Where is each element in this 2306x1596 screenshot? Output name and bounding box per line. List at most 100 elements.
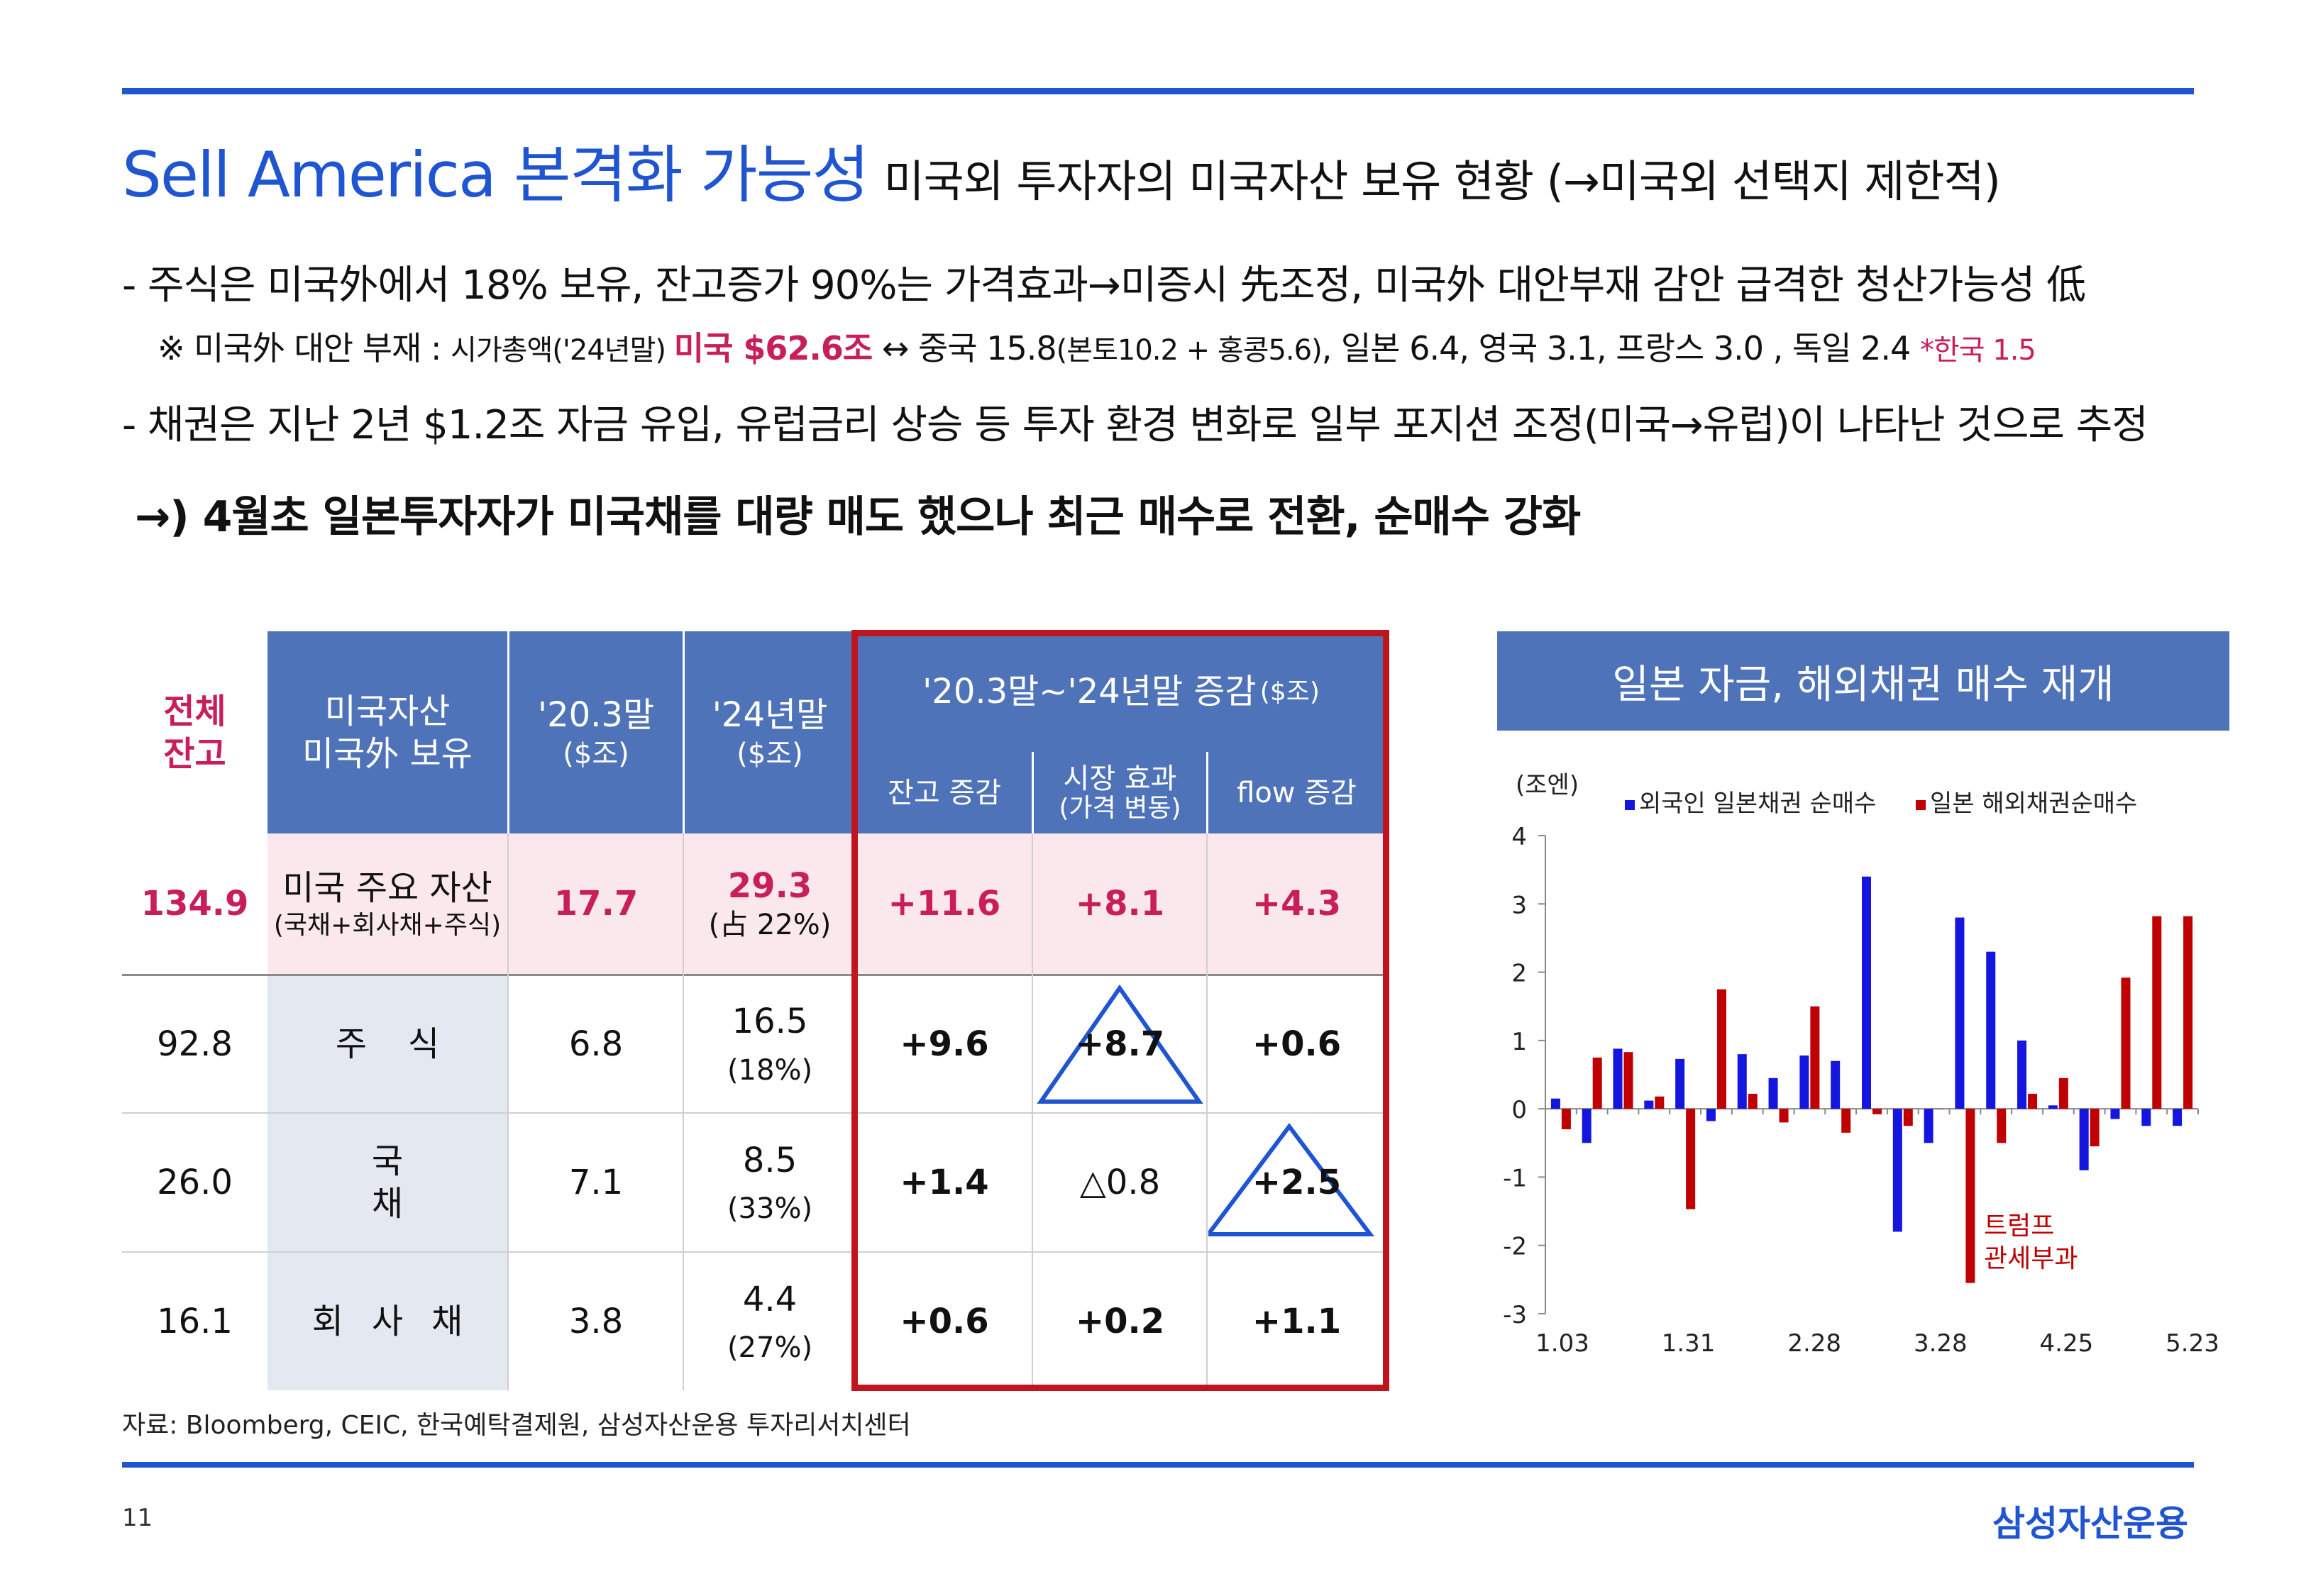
y-tick-label: -3 bbox=[1503, 1301, 1527, 1329]
x-tick-label: 1.31 bbox=[1662, 1329, 1716, 1358]
bar bbox=[1716, 989, 1726, 1109]
bar bbox=[2141, 1109, 2151, 1126]
legend-swatch bbox=[1625, 800, 1635, 810]
bar bbox=[2121, 977, 2131, 1109]
y-tick-label: -1 bbox=[1503, 1164, 1527, 1192]
bar bbox=[2058, 1077, 2068, 1109]
row3-2020: 3.8 bbox=[568, 1302, 624, 1341]
row2-2020: 7.1 bbox=[568, 1163, 624, 1202]
row0-name: 미국 주요 자산 (국채+회사채+주식) bbox=[267, 833, 507, 974]
x-tick-label: 1.03 bbox=[1535, 1329, 1589, 1358]
row1-total: 92.8 bbox=[157, 1024, 233, 1064]
holdings-table: 전체 잔고 미국자산 미국外 보유 '20.3말 ($조) '24년말 ($조)… bbox=[122, 630, 1389, 1391]
bar bbox=[2079, 1109, 2089, 1170]
bar bbox=[1655, 1096, 1665, 1109]
bar bbox=[1924, 1109, 1933, 1143]
bar bbox=[1706, 1109, 1716, 1121]
bar bbox=[1779, 1109, 1789, 1123]
bar bbox=[1872, 1109, 1882, 1114]
alt-prefix: ※ 미국外 대안 부재 : bbox=[158, 329, 451, 367]
row3-total: 16.1 bbox=[157, 1302, 233, 1341]
bar bbox=[2028, 1093, 2038, 1109]
row2-2024: 8.5 (33%) bbox=[685, 1114, 855, 1251]
source-note: 자료: Bloomberg, CEIC, 한국예탁결제원, 삼성자산운용 투자리… bbox=[122, 1411, 911, 1440]
alt-china: ↔ 중국 15.8 bbox=[872, 329, 1057, 367]
bar bbox=[1986, 951, 1996, 1109]
legend-label: 일본 해외채권순매수 bbox=[1930, 789, 2137, 818]
y-tick-label: 3 bbox=[1511, 891, 1527, 919]
row2-total: 26.0 bbox=[157, 1163, 233, 1202]
bar bbox=[1675, 1058, 1685, 1109]
row2-name: 국채 bbox=[267, 1114, 507, 1251]
row0-2024: 29.3 (占 22%) bbox=[685, 833, 855, 974]
row1-2020: 6.8 bbox=[568, 1024, 624, 1064]
bar bbox=[1582, 1109, 1591, 1143]
row3-2024-value: 4.4 bbox=[742, 1279, 798, 1319]
y-tick-label: 0 bbox=[1511, 1096, 1527, 1124]
bar bbox=[2090, 1109, 2100, 1147]
row0-name-main: 미국 주요 자산 bbox=[282, 868, 492, 908]
row3-2024: 4.4 (27%) bbox=[685, 1253, 855, 1390]
title-sub: 미국외 투자자의 미국자산 보유 현황 (→미국외 선택지 제한적) bbox=[883, 155, 2001, 207]
bar bbox=[1799, 1055, 1809, 1109]
bar bbox=[1903, 1109, 1913, 1126]
row1-2024: 16.5 (18%) bbox=[685, 975, 855, 1112]
row3-name: 회사채 bbox=[267, 1253, 507, 1390]
bar bbox=[1862, 876, 1871, 1109]
header-2020: '20.3말 ($조) bbox=[509, 631, 683, 833]
bar bbox=[2017, 1040, 2027, 1109]
bar bbox=[2173, 1109, 2183, 1126]
page-number: 11 bbox=[122, 1504, 153, 1532]
row0-2024-value: 29.3 bbox=[727, 866, 812, 906]
title-main: Sell America 본격화 가능성 bbox=[122, 138, 870, 211]
bar bbox=[2152, 916, 2162, 1109]
row2-2024-share: (33%) bbox=[727, 1192, 813, 1226]
bar bbox=[1644, 1100, 1654, 1109]
bar bbox=[1613, 1048, 1623, 1109]
alt-korea: *한국 1.5 bbox=[1919, 334, 2036, 367]
row1-name-main: 주식 bbox=[335, 1024, 481, 1064]
row1-2024-share: (18%) bbox=[727, 1053, 813, 1087]
row2-name-main: 국채 bbox=[371, 1141, 510, 1224]
bullet-japan: →) 4월초 일본투자자가 미국채를 대량 매도 했으나 최근 매수로 전환, … bbox=[135, 492, 1581, 542]
bar bbox=[1686, 1109, 1696, 1209]
alt-us-value: 미국 $62.6조 bbox=[673, 329, 873, 367]
y-tick-label: -2 bbox=[1503, 1233, 1527, 1261]
bar bbox=[1810, 1006, 1820, 1109]
header-total: 전체 잔고 bbox=[163, 691, 226, 774]
header-asset-line1: 미국자산 bbox=[324, 691, 451, 731]
top-divider bbox=[122, 88, 2194, 94]
row3-2024-share: (27%) bbox=[727, 1331, 813, 1365]
x-tick-label: 5.23 bbox=[2166, 1329, 2219, 1358]
bar bbox=[1965, 1109, 1975, 1283]
bar bbox=[2183, 916, 2193, 1109]
x-tick-label: 4.25 bbox=[2040, 1329, 2094, 1358]
company-logo: 삼성자산운용 bbox=[1992, 1503, 2188, 1544]
row1-2024-value: 16.5 bbox=[732, 1002, 808, 1042]
alt-marketcap-label: 시가총액('24년말) bbox=[451, 334, 674, 367]
bar bbox=[1997, 1109, 2007, 1143]
bar bbox=[1623, 1052, 1633, 1109]
legend-label: 외국인 일본채권 순매수 bbox=[1639, 789, 1876, 818]
chart-annotation: 트럼프 bbox=[1984, 1212, 2054, 1241]
bottom-divider bbox=[122, 1462, 2194, 1468]
bar bbox=[2048, 1105, 2058, 1109]
chart-title: 일본 자금, 해외채권 매수 재개 bbox=[1497, 631, 2229, 731]
bar bbox=[1831, 1060, 1841, 1109]
row1-name: 주식 bbox=[267, 975, 507, 1112]
highlight-frame bbox=[851, 630, 1389, 1391]
x-tick-label: 2.28 bbox=[1787, 1329, 1841, 1358]
row0-total: 134.9 bbox=[140, 884, 249, 924]
bar bbox=[1592, 1057, 1602, 1109]
row0-2020: 17.7 bbox=[553, 884, 639, 924]
row0-name-sub: (국채+회사채+주식) bbox=[273, 910, 502, 940]
row0-2024-share: (占 22%) bbox=[708, 909, 832, 941]
header-2020-line1: '20.3말 bbox=[537, 694, 655, 735]
bar bbox=[1955, 917, 1965, 1109]
bar bbox=[1737, 1054, 1747, 1109]
header-2024-line1: '24년말 bbox=[712, 694, 828, 735]
bar bbox=[1768, 1077, 1778, 1109]
col-divider bbox=[683, 833, 684, 1390]
row2-2024-value: 8.5 bbox=[742, 1140, 798, 1180]
alt-others: , 일본 6.4, 영국 3.1, 프랑스 3.0 , 독일 2.4 bbox=[1321, 329, 1920, 367]
